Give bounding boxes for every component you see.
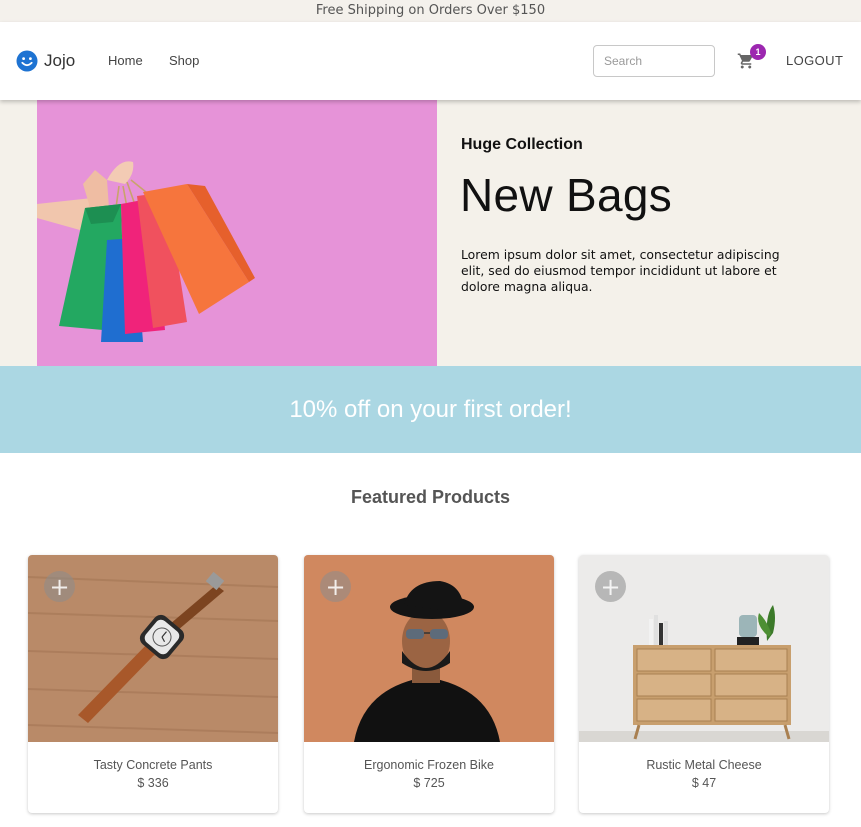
promo-text: 10% off on your first order! xyxy=(289,395,572,423)
cart-button[interactable]: 1 xyxy=(737,44,766,72)
navbar: Jojo Home Shop 1 LOGOUT xyxy=(0,22,861,100)
hero-title: New Bags xyxy=(460,169,673,221)
nav-shop-link[interactable]: Shop xyxy=(169,53,199,68)
product-price: $ 725 xyxy=(413,776,445,790)
add-to-cart-button[interactable]: + xyxy=(44,571,75,602)
product-name: Ergonomic Frozen Bike xyxy=(364,758,494,772)
hero-eyebrow: Huge Collection xyxy=(461,136,583,153)
plus-icon: + xyxy=(49,572,70,601)
add-to-cart-button[interactable]: + xyxy=(595,571,626,602)
product-card[interactable]: + Ergonomic Frozen Bike $ 725 xyxy=(304,555,554,813)
product-image-man-with-hat: + xyxy=(304,555,554,742)
featured-products-title: Featured Products xyxy=(350,487,511,507)
product-name: Tasty Concrete Pants xyxy=(93,758,213,772)
brand-name: Jojo xyxy=(44,51,76,70)
product-image-watch: + xyxy=(28,555,278,742)
smiley-face-icon xyxy=(16,50,38,72)
search-input[interactable] xyxy=(593,45,715,77)
shopping-bags-image xyxy=(37,100,437,366)
plus-icon: + xyxy=(325,572,346,601)
hero-description: Lorem ipsum dolor sit amet, consectetur … xyxy=(461,247,780,294)
nav-home-link[interactable]: Home xyxy=(108,53,143,68)
shopping-bags-illustration xyxy=(37,100,437,366)
product-name: Rustic Metal Cheese xyxy=(646,758,762,772)
logout-button[interactable]: LOGOUT xyxy=(786,53,843,68)
product-image-dresser: + xyxy=(579,555,829,742)
hero-banner: Huge Collection New Bags Lorem ipsum dol… xyxy=(0,100,861,366)
product-card[interactable]: + Tasty Concrete Pants $ 336 xyxy=(28,555,278,813)
product-price: $ 336 xyxy=(137,776,169,790)
promo-banner: 10% off on your first order! xyxy=(0,366,861,453)
cart-count-badge: 1 xyxy=(750,44,766,60)
brand-link[interactable]: Jojo xyxy=(16,50,75,72)
plus-icon: + xyxy=(600,572,621,601)
announcement-text: Free Shipping on Orders Over $150 xyxy=(315,3,546,18)
product-card[interactable]: + Rustic Metal Cheese $ 47 xyxy=(579,555,829,813)
announcement-bar: Free Shipping on Orders Over $150 xyxy=(0,0,861,22)
add-to-cart-button[interactable]: + xyxy=(320,571,351,602)
product-price: $ 47 xyxy=(691,776,717,790)
